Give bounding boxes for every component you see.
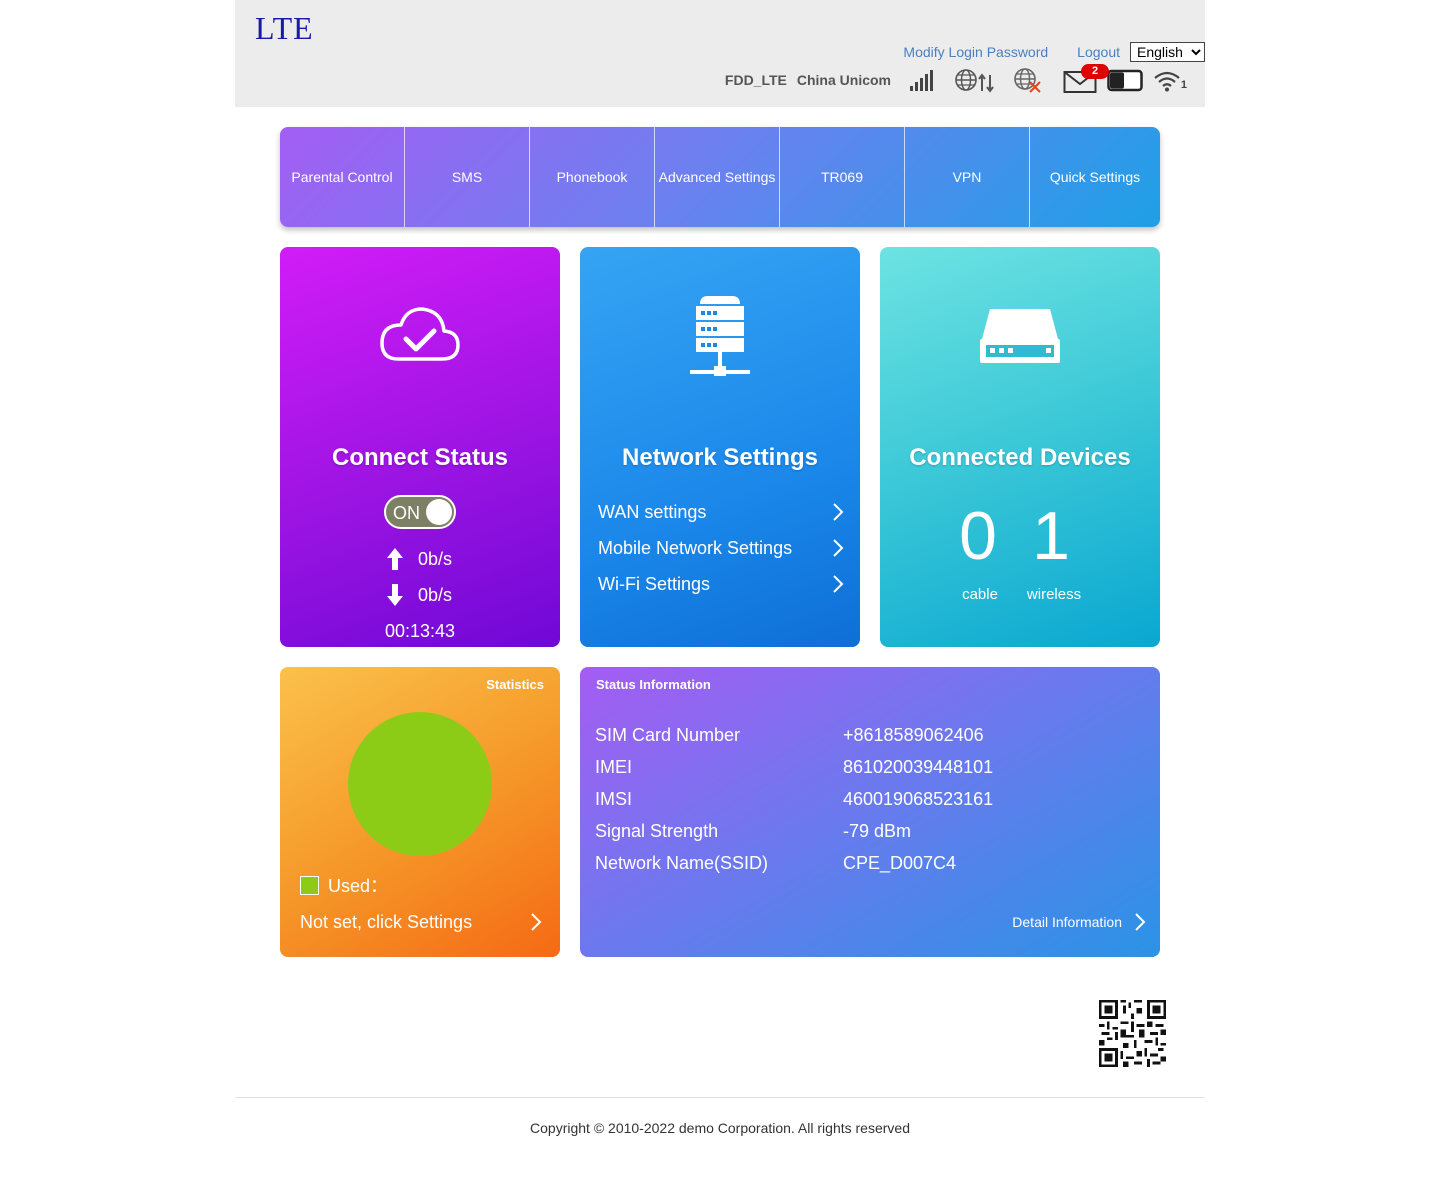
nav-parental-control[interactable]: Parental Control (280, 127, 405, 227)
header: LTE Modify Login Password Logout English… (235, 0, 1205, 107)
detail-information-link[interactable]: Detail Information (1012, 910, 1146, 934)
carrier-name: China Unicom (796, 72, 891, 88)
nav-advanced-settings[interactable]: Advanced Settings (655, 127, 780, 227)
status-information-title: Status Information (596, 677, 711, 692)
signal-strength-icon (910, 70, 933, 91)
footer-divider (235, 1097, 1205, 1098)
upload-rate: 0b/s (386, 545, 452, 573)
used-label: Used： (328, 876, 389, 896)
usage-settings-label: Not set, click Settings (300, 911, 473, 932)
mobile-network-settings-label: Mobile Network Settings (598, 537, 793, 558)
footer-copyright: Copyright © 2010-2022 demo Corporation. … (530, 1120, 910, 1136)
modify-password-link[interactable]: Modify Login Password (903, 44, 1048, 60)
used-swatch (300, 875, 319, 895)
info-row-imsi: IMSI 460019068523161 (595, 787, 993, 811)
toggle-knob (426, 499, 452, 525)
info-label: SIM Card Number (595, 724, 741, 745)
nav-tr069[interactable]: TR069 (780, 127, 905, 227)
info-label: Signal Strength (595, 820, 719, 841)
mobile-network-settings-link[interactable]: Mobile Network Settings (598, 535, 844, 561)
toggle-state-label: ON (393, 503, 420, 523)
info-value: +8618589062406 (843, 724, 984, 745)
statistics-title: Statistics (486, 677, 544, 692)
chevron-right-icon (1135, 913, 1146, 931)
chevron-right-icon (833, 539, 844, 557)
chevron-right-icon (833, 503, 844, 521)
statistics-card: Statistics Used： Not set, click Settings (280, 667, 560, 957)
wireless-label: wireless (1026, 586, 1082, 603)
no-internet-icon (1014, 68, 1041, 93)
battery-icon (1107, 69, 1143, 92)
data-usage-pie (348, 712, 492, 856)
info-row-signal: Signal Strength -79 dBm (595, 819, 911, 843)
nav-vpn[interactable]: VPN (905, 127, 1030, 227)
download-arrow-icon (387, 584, 403, 606)
server-rack-icon (690, 296, 750, 376)
sms-inbox[interactable]: 2 (1063, 64, 1109, 93)
info-row-imei: IMEI 861020039448101 (595, 755, 993, 779)
network-settings-title: Network Settings (621, 444, 819, 471)
network-settings-card: Network Settings WAN settings Mobile Net… (580, 247, 860, 647)
wifi-icon (1154, 71, 1180, 92)
connected-devices-title: Connected Devices (909, 444, 1131, 471)
info-label: Network Name(SSID) (595, 852, 769, 873)
info-row-ssid: Network Name(SSID) CPE_D007C4 (595, 851, 956, 875)
info-value: 460019068523161 (843, 788, 994, 809)
logo: LTE (255, 10, 314, 46)
connect-toggle[interactable]: ON (384, 495, 456, 529)
logout-link[interactable]: Logout (1077, 44, 1120, 60)
download-rate: 0b/s (386, 581, 452, 609)
internet-data-icon (955, 69, 994, 93)
main-nav: Parental Control SMS Phonebook Advanced … (280, 127, 1160, 227)
connect-status-title: Connect Status (331, 444, 508, 471)
router-icon (980, 309, 1060, 363)
used-legend: Used： (300, 873, 388, 897)
status-information-card: Status Information SIM Card Number +8618… (580, 667, 1160, 957)
info-value: -79 dBm (843, 820, 912, 841)
qr-code-icon (1099, 1000, 1166, 1067)
wifi-status: 1 (1153, 67, 1187, 93)
usage-settings-link[interactable]: Not set, click Settings (300, 909, 542, 935)
info-value: CPE_D007C4 (843, 852, 957, 873)
info-row-sim: SIM Card Number +8618589062406 (595, 723, 984, 747)
language-select[interactable]: English (1130, 42, 1205, 62)
top-links: Modify Login Password Logout English (903, 42, 1205, 62)
info-label: IMSI (595, 788, 633, 809)
connect-status-card: Connect Status ON 0b/s 0b/s 00:13:43 (280, 247, 560, 647)
wan-settings-link[interactable]: WAN settings (598, 499, 844, 525)
wifi-settings-label: Wi-Fi Settings (598, 573, 711, 594)
chevron-right-icon (833, 575, 844, 593)
unread-count-badge: 2 (1081, 64, 1109, 79)
info-value: 861020039448101 (843, 756, 994, 777)
cloud-check-icon (380, 307, 460, 361)
connection-uptime: 00:13:43 (384, 621, 456, 641)
upload-rate-value: 0b/s (418, 548, 453, 569)
download-rate-value: 0b/s (418, 584, 453, 605)
wan-settings-label: WAN settings (598, 501, 707, 522)
wifi-client-count: 1 (1180, 79, 1187, 91)
status-bar: FDD_LTE China Unicom 2 1 (725, 64, 1187, 96)
nav-phonebook[interactable]: Phonebook (530, 127, 655, 227)
upload-arrow-icon (387, 548, 403, 570)
chevron-right-icon (531, 913, 542, 931)
wifi-settings-link[interactable]: Wi-Fi Settings (598, 571, 844, 597)
connected-devices-card: Connected Devices 0 1 cable wireless (880, 247, 1160, 647)
nav-sms[interactable]: SMS (405, 127, 530, 227)
info-label: IMEI (595, 756, 633, 777)
wireless-device-count: 1 (1032, 498, 1070, 574)
network-type: FDD_LTE (724, 72, 787, 88)
detail-information-label: Detail Information (1012, 914, 1122, 930)
nav-quick-settings[interactable]: Quick Settings (1030, 127, 1160, 227)
